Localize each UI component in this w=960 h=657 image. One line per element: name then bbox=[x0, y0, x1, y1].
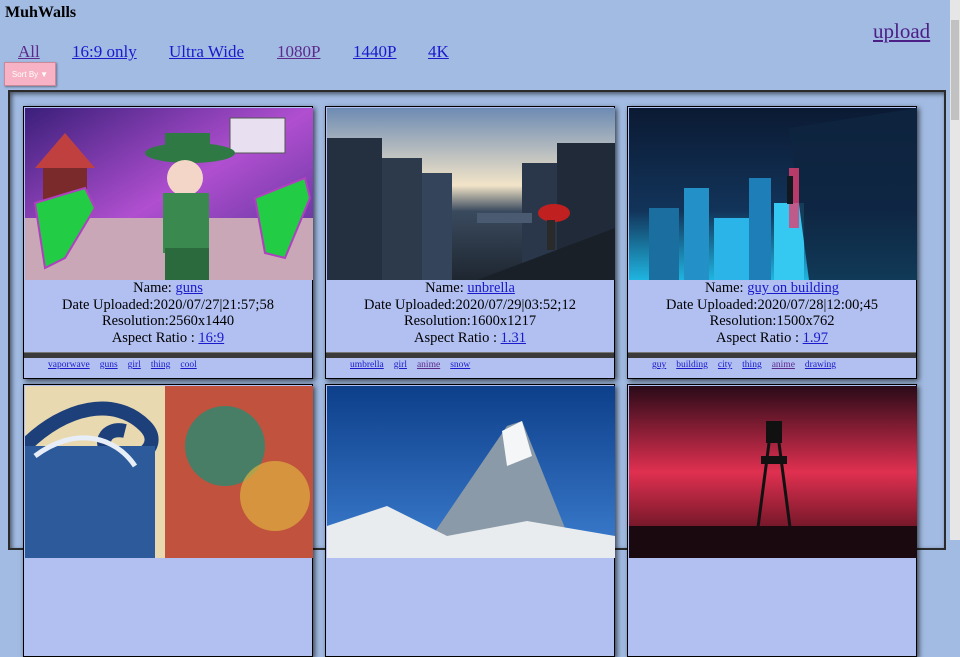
wallpaper-info: Name: guns Date Uploaded:2020/07/27|21:5… bbox=[24, 280, 312, 346]
tag-link[interactable]: guns bbox=[100, 360, 118, 370]
wallpaper-card: Name: guy on building Date Uploaded:2020… bbox=[627, 106, 917, 379]
tag-list: guy building city thing anime drawing bbox=[652, 360, 846, 370]
tag-link[interactable]: vaporwave bbox=[48, 360, 90, 370]
name-label: Name: bbox=[425, 280, 468, 296]
resolution-label: Resolution: bbox=[101, 313, 169, 329]
wallpaper-thumbnail[interactable] bbox=[629, 386, 917, 558]
wallpaper-info: Name: unbrella Date Uploaded:2020/07/29|… bbox=[326, 280, 614, 346]
aspect-ratio-link[interactable]: 1.97 bbox=[803, 330, 828, 346]
tag-link[interactable]: drawing bbox=[805, 360, 836, 370]
wallpaper-card bbox=[23, 384, 313, 657]
date-value: 2020/07/27|21:57;58 bbox=[153, 296, 274, 313]
name-label: Name: bbox=[133, 280, 176, 296]
card-divider bbox=[326, 352, 614, 358]
aspect-label: Aspect Ratio : bbox=[111, 329, 199, 346]
wallpaper-name-link[interactable]: guy on building bbox=[747, 280, 839, 296]
wallpaper-name-link[interactable]: guns bbox=[175, 280, 202, 296]
wallpaper-name-link[interactable]: unbrella bbox=[467, 280, 515, 296]
date-label: Date Uploaded: bbox=[62, 296, 154, 313]
resolution-value: 2560x1440 bbox=[168, 313, 235, 329]
nav-ultra-wide[interactable]: Ultra Wide bbox=[169, 42, 244, 62]
aspect-ratio-link[interactable]: 16:9 bbox=[198, 330, 224, 346]
aspect-ratio-link[interactable]: 1.31 bbox=[501, 330, 526, 346]
wallpaper-thumbnail[interactable] bbox=[25, 386, 313, 558]
wallpaper-card: Name: unbrella Date Uploaded:2020/07/29|… bbox=[325, 106, 615, 379]
page-scrollbar[interactable] bbox=[950, 0, 960, 540]
wallpaper-card bbox=[627, 384, 917, 657]
tag-link[interactable]: snow bbox=[450, 360, 470, 370]
resolution-value: 1600x1217 bbox=[470, 313, 537, 329]
scrollbar-thumb[interactable] bbox=[951, 20, 959, 120]
tag-link[interactable]: cool bbox=[180, 360, 196, 370]
aspect-label: Aspect Ratio : bbox=[414, 329, 501, 346]
wallpaper-thumbnail[interactable] bbox=[25, 108, 313, 280]
card-divider bbox=[628, 352, 916, 358]
nav-1440p[interactable]: 1440P bbox=[353, 42, 396, 62]
resolution-value: 1500x762 bbox=[776, 313, 835, 329]
tag-link[interactable]: building bbox=[676, 360, 708, 370]
nav-1080p[interactable]: 1080P bbox=[277, 42, 320, 62]
tag-link[interactable]: thing bbox=[151, 360, 171, 370]
tag-link[interactable]: anime bbox=[772, 360, 795, 370]
tag-link[interactable]: girl bbox=[128, 360, 141, 370]
triangle-down-icon: ▼ bbox=[40, 69, 49, 79]
site-title: MuhWalls bbox=[5, 4, 77, 21]
date-label: Date Uploaded: bbox=[666, 296, 758, 313]
date-value: 2020/07/29|03:52;12 bbox=[455, 296, 576, 313]
wallpaper-info: Name: guy on building Date Uploaded:2020… bbox=[628, 280, 916, 346]
upload-link[interactable]: upload bbox=[873, 19, 930, 44]
aspect-label: Aspect Ratio : bbox=[716, 329, 803, 346]
wallpaper-thumbnail[interactable] bbox=[327, 108, 615, 280]
sort-by-button[interactable]: Sort By ▼ bbox=[4, 62, 56, 86]
name-label: Name: bbox=[704, 280, 748, 296]
nav-16-9[interactable]: 16:9 only bbox=[72, 42, 137, 62]
date-label: Date Uploaded: bbox=[364, 296, 456, 313]
wallpaper-thumbnail[interactable] bbox=[327, 386, 615, 558]
tag-link[interactable]: city bbox=[718, 360, 732, 370]
sort-by-label: Sort By bbox=[11, 69, 39, 79]
date-value: 2020/07/28|12:00;45 bbox=[757, 296, 878, 313]
wallpaper-card bbox=[325, 384, 615, 657]
tag-link[interactable]: guy bbox=[652, 360, 666, 370]
wallpaper-gallery: Name: guns Date Uploaded:2020/07/27|21:5… bbox=[8, 90, 946, 657]
nav-all[interactable]: All bbox=[18, 42, 40, 62]
wallpaper-card: Name: guns Date Uploaded:2020/07/27|21:5… bbox=[23, 106, 313, 379]
tag-link[interactable]: thing bbox=[742, 360, 762, 370]
tag-link[interactable]: anime bbox=[417, 360, 440, 370]
tag-list: vaporwave guns girl thing cool bbox=[48, 360, 207, 370]
nav-4k[interactable]: 4K bbox=[428, 42, 449, 62]
tag-list: umbrella girl anime snow bbox=[350, 360, 480, 370]
wallpaper-thumbnail[interactable] bbox=[629, 108, 917, 280]
tag-link[interactable]: umbrella bbox=[350, 360, 384, 370]
resolution-label: Resolution: bbox=[403, 313, 471, 329]
resolution-label: Resolution: bbox=[709, 313, 777, 329]
card-divider bbox=[24, 352, 312, 358]
tag-link[interactable]: girl bbox=[394, 360, 407, 370]
